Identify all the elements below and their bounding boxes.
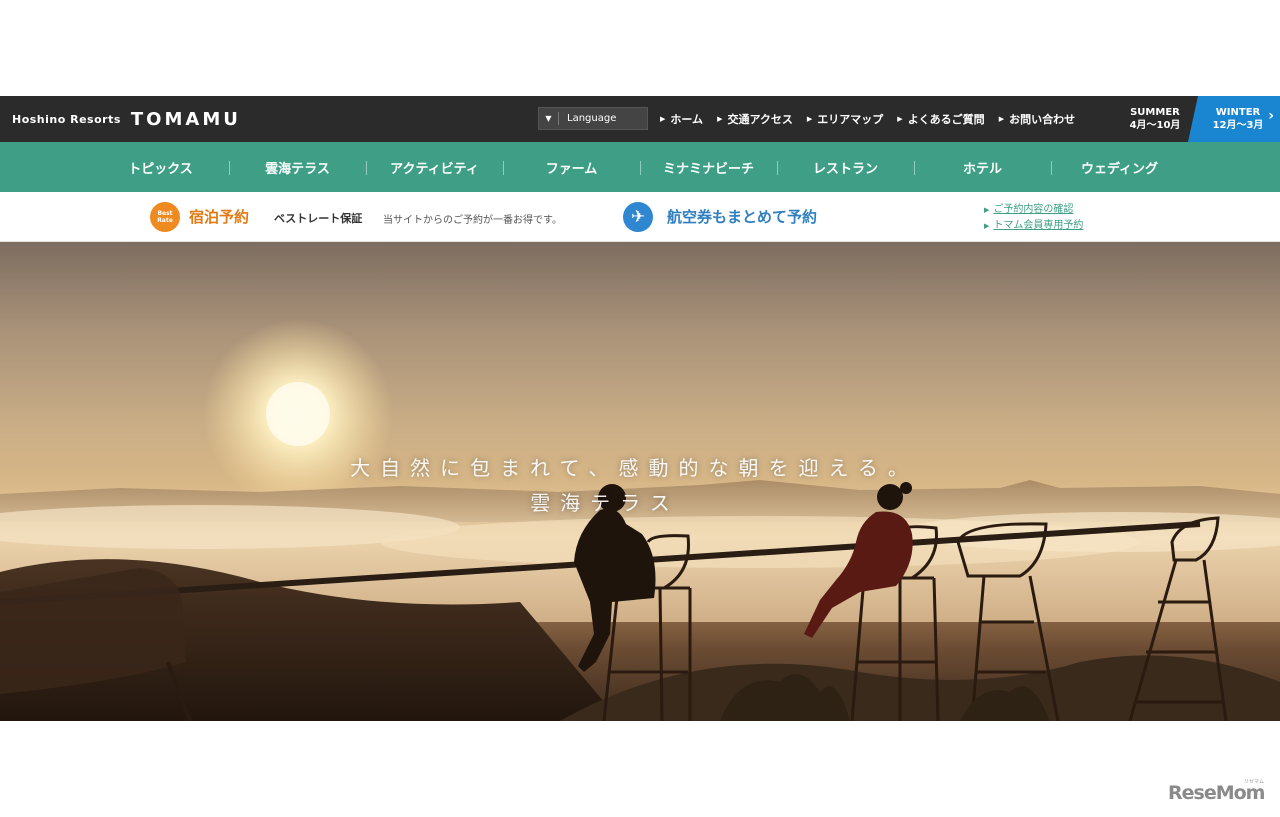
nav-item-activity[interactable]: アクティビティ — [366, 158, 503, 177]
nav-item-minamina-beach[interactable]: ミナミナビーチ — [640, 158, 777, 177]
link-access-label: 交通アクセス — [727, 113, 793, 126]
link-home-label: ホーム — [670, 113, 704, 126]
resemom-watermark-kana: リセマム — [1244, 779, 1265, 785]
brand-logo[interactable]: Hoshino Resorts TOMAMU — [12, 96, 241, 142]
hero-caption: 大自然に包まれて、感動的な朝を迎える。 雲海テラス — [0, 452, 1280, 516]
link-access[interactable]: ▶ 交通アクセス — [717, 111, 793, 127]
arrow-right-icon: ▶ — [660, 115, 666, 123]
reservation-check-label: ご予約内容の確認 — [993, 204, 1074, 215]
summer-period: 4月〜10月 — [1129, 120, 1181, 131]
nav-item-farm[interactable]: ファーム — [503, 158, 640, 177]
booking-sublinks: ▶ ご予約内容の確認 ▶ トマム会員専用予約 — [984, 202, 1083, 234]
hero-headline: 大自然に包まれて、感動的な朝を迎える。 — [350, 456, 918, 480]
hero-banner[interactable]: 大自然に包まれて、感動的な朝を迎える。 雲海テラス — [0, 242, 1280, 721]
arrow-right-icon: ▶ — [998, 115, 1005, 123]
badge-line1: Best — [157, 210, 173, 217]
top-header-bar: Hoshino Resorts TOMAMU ▼ Language ▶ ホーム ▶… — [0, 96, 1280, 142]
arrow-right-icon: ▶ — [984, 206, 990, 214]
badge-line2: Rate — [157, 217, 173, 224]
link-reservation-check[interactable]: ▶ ご予約内容の確認 — [984, 202, 1083, 218]
nav-item-wedding[interactable]: ウェディング — [1051, 158, 1188, 177]
arrow-right-icon: ▶ — [717, 115, 723, 123]
link-home[interactable]: ▶ ホーム — [660, 111, 703, 127]
booking-bar: Best Rate 宿泊予約 ベストレート保証 当サイトからのご予約が一番お得で… — [0, 192, 1280, 242]
arrow-right-icon: ▶ — [806, 115, 813, 123]
main-nav: トピックス 雲海テラス アクティビティ ファーム ミナミナビーチ レストラン ホ… — [0, 142, 1280, 192]
air-booking-link[interactable]: 航空券もまとめて予約 — [667, 206, 817, 227]
brand-tomamu: TOMAMU — [130, 108, 241, 130]
member-booking-label: トマム会員専用予約 — [993, 220, 1084, 231]
stay-booking-link[interactable]: 宿泊予約 — [189, 206, 249, 227]
nav-item-hotel[interactable]: ホテル — [914, 158, 1051, 177]
link-area-map-label: エリアマップ — [817, 113, 884, 126]
language-select[interactable]: ▼ Language — [538, 107, 648, 130]
link-contact[interactable]: ▶ お問い合わせ — [999, 111, 1075, 127]
season-summer-button[interactable]: SUMMER 4月〜10月 — [1122, 96, 1188, 142]
best-rate-note: 当サイトからのご予約が一番お得です。 — [383, 215, 562, 226]
arrow-right-icon: ▶ — [984, 222, 990, 230]
link-area-map[interactable]: ▶ エリアマップ — [807, 111, 883, 127]
nav-item-topics[interactable]: トピックス — [92, 158, 229, 177]
utility-links: ▶ ホーム ▶ 交通アクセス ▶ エリアマップ ▶ よくあるご質問 ▶ お問い合わせ — [660, 96, 1075, 142]
link-member-booking[interactable]: ▶ トマム会員専用予約 — [984, 218, 1083, 234]
best-rate-label: ベストレート保証 — [274, 212, 363, 225]
arrow-right-icon: ▶ — [897, 115, 903, 123]
chevron-right-icon: › — [1268, 108, 1274, 124]
brand-hoshino-resorts: Hoshino Resorts — [12, 112, 121, 126]
resemom-watermark: ReseMom — [1168, 782, 1265, 804]
summer-label: SUMMER — [1130, 107, 1180, 118]
season-winter-button[interactable]: WINTER 12月〜3月 › — [1188, 96, 1280, 142]
caret-down-icon: ▼ — [539, 112, 559, 125]
airplane-icon: ✈ — [623, 202, 653, 232]
link-faq-label: よくあるご質問 — [907, 113, 985, 126]
link-faq[interactable]: ▶ よくあるご質問 — [897, 111, 984, 127]
nav-item-restaurant[interactable]: レストラン — [777, 158, 914, 177]
language-label: Language — [567, 113, 617, 124]
nav-item-unkai-terrace[interactable]: 雲海テラス — [229, 158, 366, 177]
hero-subheadline: 雲海テラス — [530, 491, 680, 515]
best-rate-badge-icon: Best Rate — [150, 202, 180, 232]
link-contact-label: お問い合わせ — [1009, 113, 1076, 126]
